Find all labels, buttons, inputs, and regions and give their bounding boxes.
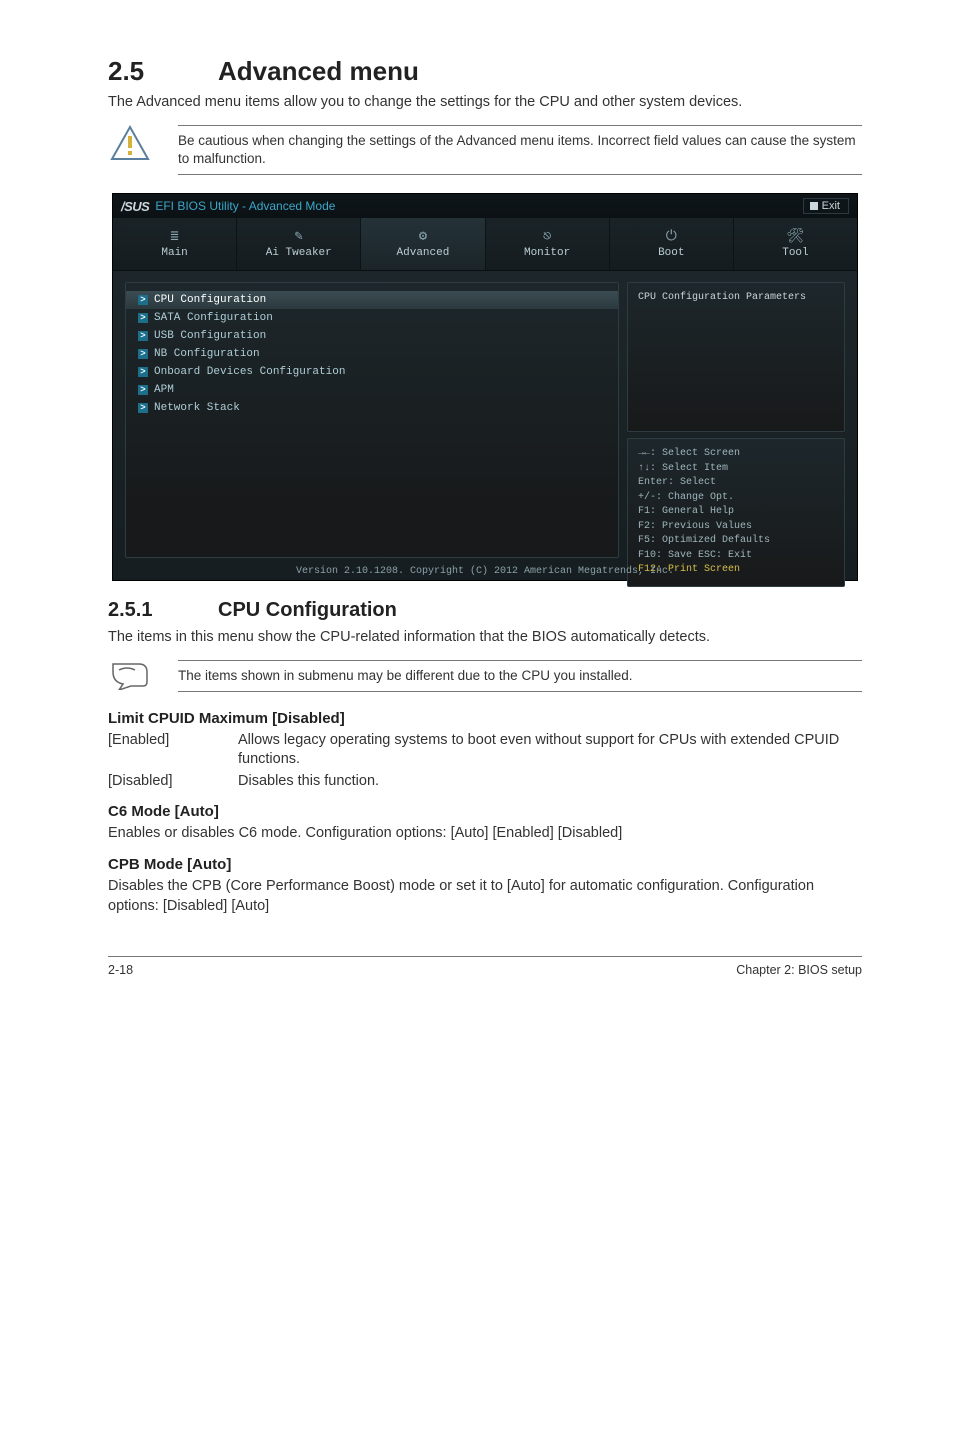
tweak-icon: ✎ [295, 230, 303, 244]
menu-label: CPU Configuration [154, 294, 266, 306]
tab-boot[interactable]: ⏻ Boot [610, 218, 734, 270]
cpb-mode-heading: CPB Mode [Auto] [108, 856, 862, 873]
tab-label: Advanced [397, 247, 450, 259]
menu-cpu-configuration[interactable]: > CPU Configuration [126, 291, 618, 309]
menu-label: Network Stack [154, 402, 240, 414]
menu-label: SATA Configuration [154, 312, 273, 324]
chevron-right-icon: > [138, 367, 148, 377]
menu-sata-configuration[interactable]: > SATA Configuration [126, 309, 618, 327]
tab-label: Tool [782, 247, 808, 259]
power-icon: ⏻ [666, 230, 677, 244]
help-line: ↑↓: Select Item [638, 462, 834, 477]
bios-title: EFI BIOS Utility - Advanced Mode [155, 199, 802, 213]
menu-label: Onboard Devices Configuration [154, 366, 345, 378]
section-title: Advanced menu [218, 56, 419, 86]
option-label: [Enabled] [108, 731, 238, 770]
note-text: The items shown in submenu may be differ… [178, 660, 862, 692]
chapter-label: Chapter 2: BIOS setup [736, 963, 862, 977]
chevron-right-icon: > [138, 349, 148, 359]
menu-nb-configuration[interactable]: > NB Configuration [126, 345, 618, 363]
cpb-mode-body: Disables the CPB (Core Performance Boost… [108, 877, 862, 916]
menu-onboard-devices[interactable]: > Onboard Devices Configuration [126, 363, 618, 381]
caution-icon [110, 125, 150, 161]
help-line: +/-: Change Opt. [638, 491, 834, 506]
note-callout: The items shown in submenu may be differ… [108, 660, 862, 692]
tab-advanced[interactable]: ⚙ Advanced [361, 218, 485, 270]
tab-label: Ai Tweaker [266, 247, 332, 259]
tab-label: Boot [658, 247, 684, 259]
option-row: [Disabled] Disables this function. [108, 772, 862, 792]
subsection-name: CPU Configuration [218, 599, 397, 621]
subsection-intro: The items in this menu show the CPU-rela… [108, 628, 862, 648]
right-top-text: CPU Configuration Parameters [638, 292, 806, 303]
menu-label: USB Configuration [154, 330, 266, 342]
caution-text: Be cautious when changing the settings o… [178, 125, 862, 175]
exit-icon [810, 202, 818, 210]
option-row: [Enabled] Allows legacy operating system… [108, 731, 862, 770]
list-icon: ≣ [170, 230, 178, 244]
tool-icon: 🛠 [787, 230, 805, 244]
monitor-icon: ⎋ [543, 230, 551, 244]
bios-key-help-box: →←: Select Screen ↑↓: Select Item Enter:… [627, 438, 845, 587]
intro-text: The Advanced menu items allow you to cha… [108, 93, 862, 113]
option-desc: Disables this function. [238, 772, 862, 792]
chevron-right-icon: > [138, 385, 148, 395]
exit-button[interactable]: Exit [803, 198, 849, 214]
bios-version-footer: Version 2.10.1208. Copyright (C) 2012 Am… [113, 566, 857, 577]
tab-ai-tweaker[interactable]: ✎ Ai Tweaker [237, 218, 361, 270]
help-line: F5: Optimized Defaults [638, 534, 834, 549]
note-icon [109, 660, 151, 690]
caution-callout: Be cautious when changing the settings o… [108, 125, 862, 175]
tab-monitor[interactable]: ⎋ Monitor [486, 218, 610, 270]
page-footer: 2-18 Chapter 2: BIOS setup [108, 956, 862, 977]
help-line: F10: Save ESC: Exit [638, 549, 834, 564]
chevron-right-icon: > [138, 331, 148, 341]
tab-main[interactable]: ≣ Main [113, 218, 237, 270]
menu-label: APM [154, 384, 174, 396]
option-label: [Disabled] [108, 772, 238, 792]
help-line: F2: Previous Values [638, 520, 834, 535]
bios-tabs: ≣ Main ✎ Ai Tweaker ⚙ Advanced ⎋ Monitor ⏻ Bo… [113, 218, 857, 271]
menu-usb-configuration[interactable]: > USB Configuration [126, 327, 618, 345]
page-title: 2.5Advanced menu [108, 56, 862, 87]
c6-mode-body: Enables or disables C6 mode. Configurati… [108, 824, 862, 844]
option-desc: Allows legacy operating systems to boot … [238, 731, 862, 770]
tab-tool[interactable]: 🛠 Tool [734, 218, 857, 270]
tab-label: Monitor [524, 247, 570, 259]
page-number: 2-18 [108, 963, 133, 977]
gear-icon: ⚙ [419, 230, 427, 244]
menu-apm[interactable]: > APM [126, 381, 618, 399]
section-number: 2.5 [108, 56, 218, 87]
subsection-title: 2.5.1CPU Configuration [108, 599, 862, 622]
bios-screenshot: /SUS EFI BIOS Utility - Advanced Mode Ex… [112, 193, 858, 581]
menu-label: NB Configuration [154, 348, 260, 360]
chevron-right-icon: > [138, 313, 148, 323]
chevron-right-icon: > [138, 295, 148, 305]
chevron-right-icon: > [138, 403, 148, 413]
exit-label: Exit [822, 200, 840, 212]
c6-mode-heading: C6 Mode [Auto] [108, 803, 862, 820]
help-line: Enter: Select [638, 476, 834, 491]
bios-menu-panel: > CPU Configuration > SATA Configuration >… [125, 282, 619, 558]
help-line: →←: Select Screen [638, 447, 834, 462]
limit-cpuid-heading: Limit CPUID Maximum [Disabled] [108, 710, 862, 727]
asus-logo: /SUS [121, 199, 149, 214]
bios-help-title-box: CPU Configuration Parameters [627, 282, 845, 432]
menu-network-stack[interactable]: > Network Stack [126, 399, 618, 417]
tab-label: Main [161, 247, 187, 259]
help-line: F1: General Help [638, 505, 834, 520]
subsection-number: 2.5.1 [108, 599, 218, 622]
